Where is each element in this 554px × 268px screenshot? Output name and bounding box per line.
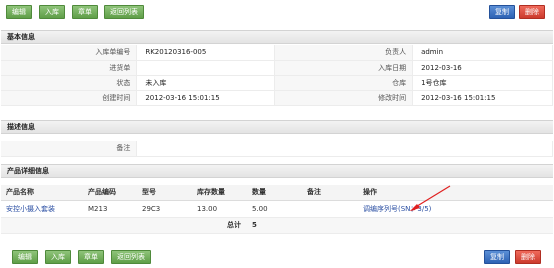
info-row: 备注	[1, 141, 553, 157]
remark-cell	[302, 200, 358, 218]
info-label: 创建时间	[1, 90, 138, 106]
info-label: 入库单编号	[1, 45, 138, 61]
delete-button[interactable]: 删除	[515, 250, 541, 264]
remark-label: 备注	[1, 141, 138, 157]
bottom-toolbar: 编辑 入库 章单 返回列表 复制 删除	[0, 250, 554, 268]
stock-in-button[interactable]: 入库	[39, 5, 65, 19]
product-details-header: 产品详细信息	[1, 164, 553, 178]
edit-button[interactable]: 编辑	[6, 5, 32, 19]
copy-button[interactable]: 复制	[484, 250, 510, 264]
info-label: 状态	[1, 75, 138, 91]
status-value: 未入库	[136, 75, 276, 91]
top-toolbar: 编辑 入库 章单 返回列表 复制 删除	[0, 5, 554, 25]
column-header: 型号	[137, 185, 192, 201]
modified-time-value: 2012-03-16 15:01:15	[412, 90, 553, 106]
description-header: 描述信息	[1, 120, 553, 134]
column-header: 操作	[358, 185, 553, 201]
stock-in-date-value: 2012-03-16	[412, 60, 553, 76]
copy-button[interactable]: 复制	[489, 5, 515, 19]
info-row: 创建时间 2012-03-16 15:01:15 修改时间 2012-03-16…	[1, 90, 553, 106]
info-row: 进货单 入库日期 2012-03-16	[1, 60, 553, 76]
owner-value: admin	[412, 45, 553, 61]
table-row: 安控小摄入套装 M213 29C3 13.00 5.00 调编序列号(SN：3/…	[1, 200, 553, 218]
product-name-link[interactable]: 安控小摄入套装	[1, 200, 83, 218]
product-code-cell: M213	[83, 200, 137, 218]
void-button[interactable]: 章单	[72, 5, 98, 19]
product-table-header: 产品名称 产品编码 型号 库存数量 数量 备注 操作	[1, 185, 553, 201]
total-row: 总计 5	[1, 217, 553, 234]
column-header: 库存数量	[192, 185, 247, 201]
qty-cell: 5.00	[247, 200, 302, 218]
stock-qty-cell: 13.00	[192, 200, 247, 218]
stock-in-button[interactable]: 入库	[45, 250, 71, 264]
column-header: 产品编码	[83, 185, 137, 201]
created-time-value: 2012-03-16 15:01:15	[136, 90, 276, 106]
back-to-list-button[interactable]: 返回列表	[111, 250, 151, 264]
column-header: 数量	[247, 185, 302, 201]
info-label: 负责人	[274, 45, 414, 61]
info-label: 进货单	[1, 60, 138, 76]
basic-info-table: 入库单编号 RK20120316-005 负责人 admin 进货单 入库日期 …	[1, 45, 553, 106]
info-label: 入库日期	[274, 60, 414, 76]
warehouse-value: 1号仓库	[412, 75, 553, 91]
basic-info-header: 基本信息	[1, 30, 553, 44]
column-header: 产品名称	[1, 185, 83, 201]
void-button[interactable]: 章单	[78, 250, 104, 264]
product-table: 产品名称 产品编码 型号 库存数量 数量 备注 操作 安控小摄入套装 M213 …	[1, 185, 553, 234]
edit-serial-number-link[interactable]: 调编序列号(SN：3/5)	[358, 200, 553, 218]
column-header: 备注	[302, 185, 358, 201]
info-label: 仓库	[274, 75, 414, 91]
remark-value	[136, 141, 553, 157]
purchase-order-value	[136, 60, 276, 76]
edit-button[interactable]: 编辑	[12, 250, 38, 264]
order-number-value: RK20120316-005	[136, 45, 276, 61]
total-label: 总计	[192, 217, 247, 234]
total-value: 5	[247, 217, 302, 234]
info-label: 修改时间	[274, 90, 414, 106]
info-row: 状态 未入库 仓库 1号仓库	[1, 75, 553, 91]
model-cell: 29C3	[137, 200, 192, 218]
description-table: 备注	[1, 141, 553, 157]
info-row: 入库单编号 RK20120316-005 负责人 admin	[1, 45, 553, 61]
back-to-list-button[interactable]: 返回列表	[104, 5, 144, 19]
delete-button[interactable]: 删除	[519, 5, 545, 19]
